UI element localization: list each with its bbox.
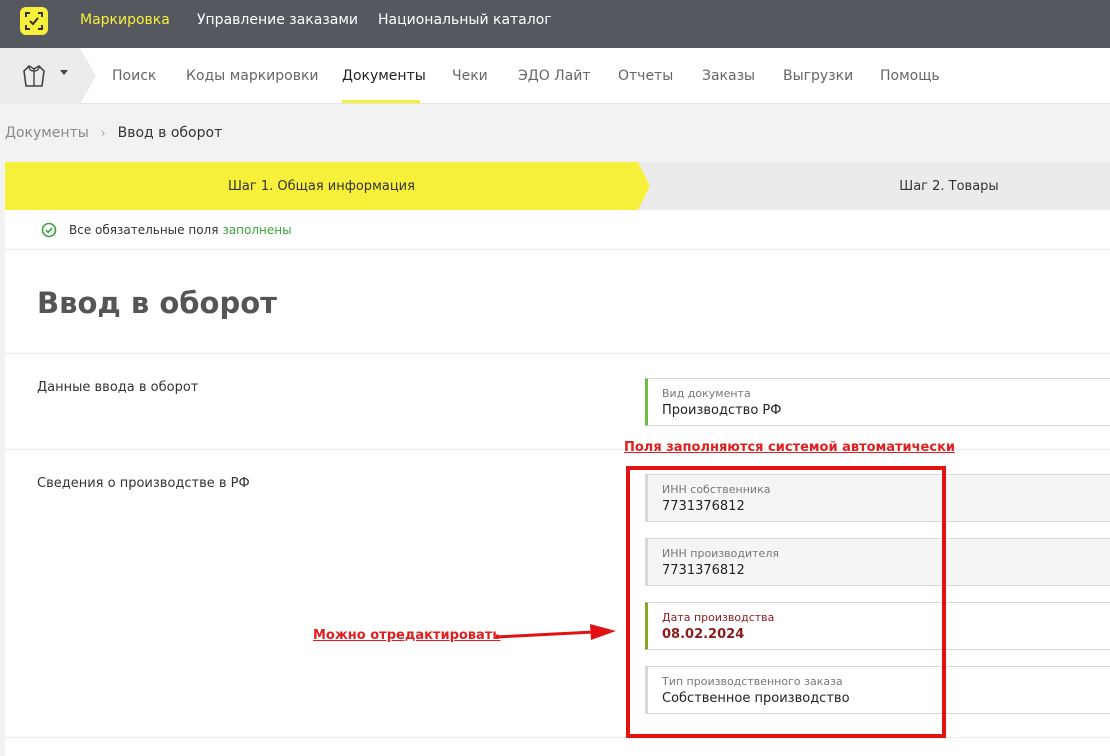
- nav-edo-lite[interactable]: ЭДО Лайт: [518, 68, 591, 84]
- nav-codes[interactable]: Коды маркировки: [186, 68, 319, 84]
- step-general-info[interactable]: Шаг 1. Общая информация: [5, 162, 650, 210]
- doc-type-label: Вид документа: [662, 387, 751, 400]
- step-goods[interactable]: Шаг 2. Товары: [638, 162, 1110, 210]
- top-nav-catalog[interactable]: Национальный каталог: [378, 12, 552, 28]
- annotation-auto-filled: Поля заполняются системой автоматически: [624, 440, 955, 455]
- chevron-right-icon: ›: [100, 126, 106, 140]
- page-title: Ввод в оборот: [37, 286, 277, 320]
- step-2-label: Шаг 2. Товары: [899, 178, 999, 194]
- divider: [5, 249, 1110, 250]
- breadcrumb-current: Ввод в оборот: [117, 125, 223, 141]
- validation-status: Все обязательные поля заполнены: [41, 222, 292, 238]
- nav-search[interactable]: Поиск: [112, 68, 156, 84]
- section-production-label: Сведения о производстве в РФ: [37, 476, 250, 491]
- top-bar: Маркировка Управление заказами Националь…: [0, 0, 1110, 48]
- doc-type-field[interactable]: Вид документа Производство РФ: [645, 378, 1110, 426]
- nav-receipts[interactable]: Чеки: [452, 68, 488, 84]
- breadcrumb-documents[interactable]: Документы: [5, 125, 89, 141]
- nav-reports[interactable]: Отчеты: [618, 68, 673, 84]
- step-1-label: Шаг 1. Общая информация: [228, 178, 415, 194]
- nav-orders[interactable]: Заказы: [702, 68, 755, 84]
- active-tab-underline: [342, 100, 420, 103]
- sub-nav: Поиск Коды маркировки Документы Чеки ЭДО…: [0, 48, 1110, 104]
- divider: [5, 353, 1110, 354]
- section-entry-data-label: Данные ввода в оборот: [37, 380, 199, 395]
- status-text: Все обязательные поля: [69, 223, 219, 237]
- annotation-editable: Можно отредактировать: [313, 628, 501, 643]
- chevron-down-icon: [60, 70, 68, 75]
- nav-exports[interactable]: Выгрузки: [783, 68, 853, 84]
- nav-documents[interactable]: Документы: [342, 68, 426, 84]
- doc-type-value: Производство РФ: [662, 403, 782, 418]
- check-circle-icon: [41, 222, 57, 238]
- annotation-highlight-box: [626, 466, 946, 738]
- top-nav-orders[interactable]: Управление заказами: [197, 12, 358, 28]
- nav-help[interactable]: Помощь: [880, 68, 940, 84]
- top-nav-marking[interactable]: Маркировка: [80, 12, 170, 28]
- logo-icon[interactable]: [20, 7, 48, 35]
- breadcrumb: Документы › Ввод в оборот: [5, 125, 222, 141]
- status-ok-text: заполнены: [222, 223, 292, 237]
- arrow-right-icon: [495, 624, 616, 640]
- product-group-selector[interactable]: [0, 48, 96, 104]
- jacket-icon: [23, 64, 45, 87]
